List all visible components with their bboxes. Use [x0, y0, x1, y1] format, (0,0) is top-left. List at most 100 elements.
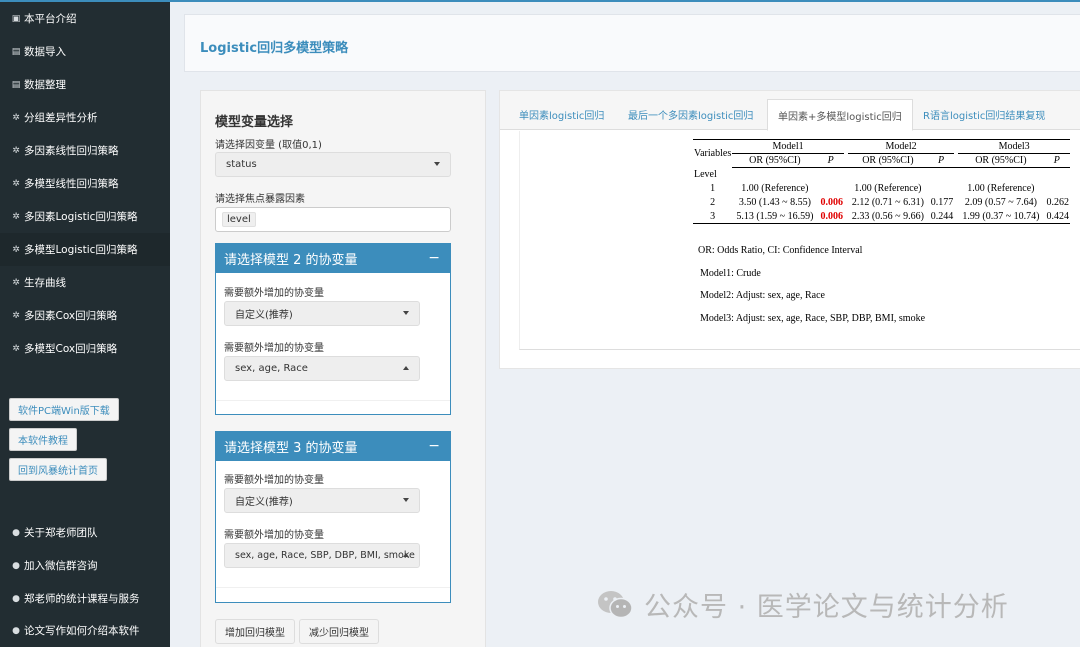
sidebar-item-label: 本平台介绍: [24, 13, 77, 25]
table-row: 1 1.00 (Reference) 1.00 (Reference) 1.00…: [710, 183, 1035, 194]
sidebar-item-multimodel-linear[interactable]: ✲ 多模型线性回归策略: [0, 167, 170, 200]
home-button[interactable]: 回到风暴统计首页: [9, 458, 107, 481]
collapse-icon[interactable]: −: [428, 438, 440, 454]
sidebar-item-survival[interactable]: ✲ 生存曲线: [0, 266, 170, 299]
remove-model-button[interactable]: 减少回归模型: [299, 619, 379, 644]
sidebar-item-multi-logistic[interactable]: ✲ 多因素Logistic回归策略: [0, 200, 170, 233]
sidebar-item-intro[interactable]: ▣ 本平台介绍: [0, 2, 170, 35]
sidebar-item-data-import[interactable]: ▤ 数据导入: [0, 35, 170, 68]
tab-content: Variables Model1 Model2 Model3 OR (95%CI…: [519, 131, 1080, 350]
significant-p-value: 0.006: [817, 209, 844, 224]
collapse-icon[interactable]: −: [428, 250, 440, 266]
box-divider: [216, 587, 450, 588]
info-icon: ●: [12, 560, 20, 571]
sidebar-item-label: 多因素Logistic回归策略: [24, 211, 138, 223]
or-header: OR (95%CI): [958, 153, 1044, 168]
tab-strip: 单因素logistic回归 最后一个多因素logistic回归 单因素+多模型l…: [500, 91, 1080, 131]
model2-header: Model2: [847, 139, 955, 154]
sidebar-item-label: 分组差异性分析: [24, 112, 98, 124]
model3-header: Model3: [958, 139, 1070, 154]
model2-label-1: 需要额外增加的协变量: [224, 288, 324, 299]
model2-select-2[interactable]: sex, age, Race: [224, 356, 420, 381]
sidebar-item-label: 数据导入: [24, 46, 66, 58]
sidebar-item-wechat[interactable]: ● 加入微信群咨询: [0, 549, 170, 582]
exposure-tag[interactable]: level: [222, 212, 256, 227]
caret-up-icon: [403, 553, 409, 557]
model1-header: Model1: [732, 139, 844, 154]
significant-p-value: 0.006: [820, 197, 843, 208]
sidebar-item-multimodel-logistic[interactable]: ✲ 多模型Logistic回归策略: [0, 233, 170, 266]
model2-box-header: 请选择模型 2 的协变量: [216, 244, 450, 273]
table-note-model3: Model3: Adjust: sex, age, Race, SBP, DBP…: [700, 313, 926, 324]
table-note-model2: Model2: Adjust: sex, age, Race: [700, 290, 825, 301]
variable-selection-panel: 模型变量选择 请选择因变量 (取值0,1) status 请选择焦点暴露因素 l…: [200, 90, 486, 647]
model3-box-header: 请选择模型 3 的协变量: [216, 432, 450, 461]
sidebar-item-label: 多模型Cox回归策略: [24, 343, 118, 355]
gear-icon: ✲: [12, 178, 20, 189]
sidebar-item-label: 郑老师的统计课程与服务: [24, 593, 140, 605]
model3-box-title: 请选择模型 3 的协变量: [224, 441, 358, 456]
model3-label-2: 需要额外增加的协变量: [224, 530, 324, 541]
sidebar: ▣ 本平台介绍 ▤ 数据导入 ▤ 数据整理 ✲ 分组差异性分析 ✲ 多因素线性回归策略 ✲…: [0, 2, 170, 647]
caret-down-icon: [434, 162, 440, 166]
gear-icon: ✲: [12, 112, 20, 123]
model2-value-1: 自定义(推荐): [235, 310, 293, 321]
sidebar-item-label: 加入微信群咨询: [24, 560, 98, 572]
sidebar-item-label: 多模型线性回归策略: [24, 178, 119, 190]
database-icon: ▤: [11, 79, 21, 90]
sidebar-item-multimodel-cox[interactable]: ✲ 多模型Cox回归策略: [0, 332, 170, 365]
gear-icon: ✲: [12, 211, 20, 222]
sidebar-item-about[interactable]: ● 关于郑老师团队: [0, 516, 170, 549]
or-header: OR (95%CI): [847, 153, 928, 168]
model2-box: 请选择模型 2 的协变量 − 需要额外增加的协变量 自定义(推荐) 需要额外增加…: [215, 243, 451, 415]
database-icon: ▤: [11, 46, 21, 57]
sidebar-item-label: 数据整理: [24, 79, 66, 91]
model2-select-1[interactable]: 自定义(推荐): [224, 301, 420, 326]
p-header: P: [927, 153, 955, 168]
sidebar-item-courses[interactable]: ● 郑老师的统计课程与服务: [0, 582, 170, 615]
gear-icon: ✲: [12, 244, 20, 255]
page-header: Logistic回归多模型策略: [184, 14, 1080, 72]
table-row: 2 3.50 (1.43 ~ 8.55) 0.006 2.12 (0.71 ~ …: [710, 197, 1069, 208]
gear-icon: ✲: [12, 277, 20, 288]
model3-select-1[interactable]: 自定义(推荐): [224, 488, 420, 513]
dependent-select[interactable]: status: [215, 152, 451, 177]
info-icon: ●: [12, 625, 20, 636]
sidebar-item-multi-linear[interactable]: ✲ 多因素线性回归策略: [0, 134, 170, 167]
tab-last-multivariate-logistic[interactable]: 最后一个多因素logistic回归: [628, 99, 753, 130]
page-title: Logistic回归多模型策略: [200, 41, 349, 56]
wechat-icon: [598, 590, 633, 618]
dependent-value: status: [226, 159, 257, 170]
tab-r-reproduction[interactable]: R语言logistic回归结果复现: [923, 99, 1045, 130]
dependent-label: 请选择因变量 (取值0,1): [215, 140, 322, 151]
exposure-input[interactable]: level: [215, 207, 451, 232]
tab-univariate-logistic[interactable]: 单因素logistic回归: [519, 99, 604, 130]
watermark: 公众号 · 医学论文与统计分析: [596, 585, 1009, 624]
tutorial-button[interactable]: 本软件教程: [9, 428, 77, 451]
download-pc-button[interactable]: 软件PC端Win版下载: [9, 398, 119, 421]
sidebar-item-data-cleaning[interactable]: ▤ 数据整理: [0, 68, 170, 101]
gear-icon: ✲: [12, 343, 20, 354]
sidebar-item-multi-cox[interactable]: ✲ 多因素Cox回归策略: [0, 299, 170, 332]
table-row: 3 5.13 (1.59 ~ 16.59) 0.006 2.33 (0.56 ~…: [693, 209, 1070, 224]
sidebar-item-citation[interactable]: ● 论文写作如何介绍本软件: [0, 614, 170, 647]
info-icon: ●: [12, 593, 20, 604]
model2-label-2: 需要额外增加的协变量: [224, 343, 324, 354]
add-model-button[interactable]: 增加回归模型: [215, 619, 295, 644]
sidebar-item-label: 论文写作如何介绍本软件: [24, 625, 140, 637]
sidebar-item-group-diff[interactable]: ✲ 分组差异性分析: [0, 101, 170, 134]
caret-up-icon: [403, 366, 409, 370]
result-table: Variables Model1 Model2 Model3 OR (95%CI…: [693, 139, 1070, 224]
box-divider: [216, 400, 450, 401]
model2-value-2: sex, age, Race: [235, 363, 308, 374]
caret-down-icon: [403, 498, 409, 502]
model3-value-2: sex, age, Race, SBP, DBP, BMI, smoke: [235, 550, 415, 561]
tab-univariate-multimodel-logistic[interactable]: 单因素+多模型logistic回归: [767, 99, 913, 131]
watermark-text: 公众号 · 医学论文与统计分析: [644, 592, 1009, 623]
p-header: P: [817, 153, 844, 168]
sidebar-item-label: 关于郑老师团队: [24, 527, 98, 539]
gear-icon: ✲: [12, 310, 20, 321]
sidebar-item-label: 多因素线性回归策略: [24, 145, 119, 157]
sidebar-item-label: 多因素Cox回归策略: [24, 310, 118, 322]
model3-select-2[interactable]: sex, age, Race, SBP, DBP, BMI, smoke: [224, 543, 420, 568]
